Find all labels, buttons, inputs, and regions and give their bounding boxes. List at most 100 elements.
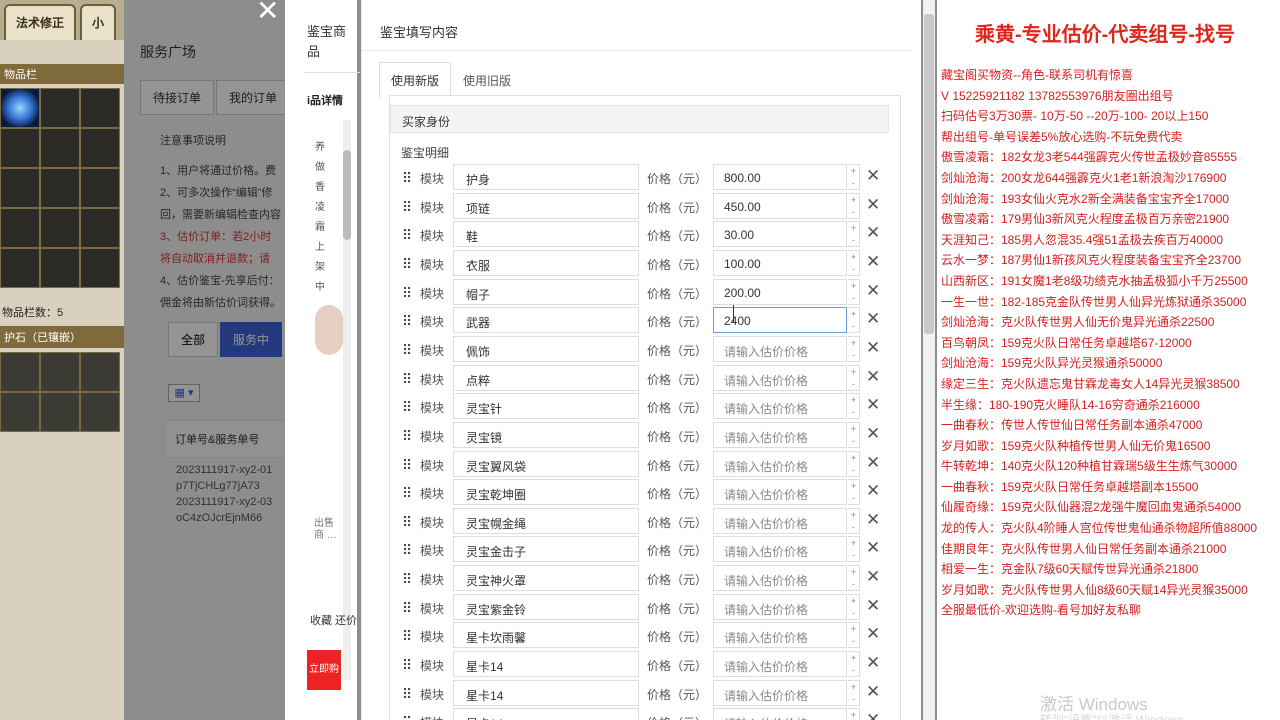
- price-stepper[interactable]: +-: [848, 622, 860, 649]
- delete-row-icon[interactable]: ✕: [866, 653, 880, 673]
- drag-handle-icon[interactable]: ⠿: [402, 314, 412, 328]
- drag-handle-icon[interactable]: ⠿: [402, 343, 412, 357]
- module-name-field[interactable]: 灵宝紫金铃: [453, 593, 639, 620]
- price-stepper[interactable]: +-: [848, 364, 860, 391]
- drag-handle-icon[interactable]: ⠿: [402, 200, 412, 214]
- game-tab-small[interactable]: 小: [80, 4, 117, 40]
- module-name-field[interactable]: 星卡14: [453, 708, 639, 720]
- price-input[interactable]: 请输入估价价格: [713, 393, 847, 420]
- module-name-field[interactable]: 武器: [453, 307, 639, 334]
- guard-slot[interactable]: [40, 352, 80, 392]
- delete-row-icon[interactable]: ✕: [866, 424, 880, 444]
- price-stepper[interactable]: +-: [848, 393, 860, 420]
- drag-handle-icon[interactable]: ⠿: [402, 171, 412, 185]
- gem-item-slot[interactable]: [0, 88, 40, 128]
- product-scrollbar[interactable]: [343, 120, 351, 680]
- item-slot[interactable]: [0, 208, 40, 248]
- drag-handle-icon[interactable]: ⠿: [402, 658, 412, 672]
- price-input[interactable]: 请输入估价价格: [713, 421, 847, 448]
- tab-old-version[interactable]: 使用旧版: [451, 62, 523, 99]
- price-input[interactable]: 请输入估价价格: [713, 593, 847, 620]
- price-stepper[interactable]: +-: [848, 164, 860, 190]
- module-name-field[interactable]: 项链: [453, 192, 639, 219]
- guard-slot[interactable]: [80, 352, 120, 392]
- module-name-field[interactable]: 星卡14: [453, 651, 639, 678]
- delete-row-icon[interactable]: ✕: [866, 252, 880, 272]
- delete-row-icon[interactable]: ✕: [866, 624, 880, 644]
- drag-handle-icon[interactable]: ⠿: [402, 429, 412, 443]
- module-name-field[interactable]: 星卡坎雨馨: [453, 622, 639, 649]
- price-input[interactable]: 请输入估价价格: [713, 622, 847, 649]
- item-slot[interactable]: [40, 168, 80, 208]
- drag-handle-icon[interactable]: ⠿: [402, 400, 412, 414]
- price-stepper[interactable]: +-: [848, 421, 860, 448]
- price-stepper[interactable]: +-: [848, 651, 860, 678]
- delete-row-icon[interactable]: ✕: [866, 453, 880, 473]
- delete-row-icon[interactable]: ✕: [866, 510, 880, 530]
- item-slot[interactable]: [40, 248, 80, 288]
- item-slot[interactable]: [80, 88, 120, 128]
- module-name-field[interactable]: 灵宝翼风袋: [453, 450, 639, 477]
- price-input[interactable]: 请输入估价价格: [713, 507, 847, 534]
- item-slot[interactable]: [80, 168, 120, 208]
- module-name-field[interactable]: 帽子: [453, 278, 639, 305]
- scroll-thumb[interactable]: [343, 150, 351, 240]
- item-slot[interactable]: [0, 248, 40, 288]
- module-name-field[interactable]: 衣服: [453, 249, 639, 276]
- price-stepper[interactable]: +-: [848, 307, 860, 334]
- close-icon[interactable]: ✕: [256, 0, 279, 27]
- game-tab-spell[interactable]: 法术修正: [4, 4, 77, 40]
- price-stepper[interactable]: +-: [848, 708, 860, 720]
- module-name-field[interactable]: 星卡14: [453, 679, 639, 706]
- guard-slot[interactable]: [0, 392, 40, 432]
- buy-now-button[interactable]: 立即购: [307, 650, 341, 690]
- price-input[interactable]: 请输入估价价格: [713, 450, 847, 477]
- delete-row-icon[interactable]: ✕: [866, 195, 880, 215]
- price-stepper[interactable]: +-: [848, 192, 860, 219]
- drag-handle-icon[interactable]: ⠿: [402, 687, 412, 701]
- item-slot[interactable]: [40, 208, 80, 248]
- drag-handle-icon[interactable]: ⠿: [402, 601, 412, 615]
- item-slot[interactable]: [80, 208, 120, 248]
- panel-scrollbar[interactable]: [923, 0, 935, 720]
- price-input[interactable]: 请输入估价价格: [713, 565, 847, 592]
- delete-row-icon[interactable]: ✕: [866, 281, 880, 301]
- price-stepper[interactable]: +-: [848, 536, 860, 563]
- price-stepper[interactable]: +-: [848, 278, 860, 305]
- favorite-bargain-labels[interactable]: 收藏 还价: [310, 612, 357, 628]
- drag-handle-icon[interactable]: ⠿: [402, 486, 412, 500]
- item-slot[interactable]: [0, 168, 40, 208]
- delete-row-icon[interactable]: ✕: [866, 538, 880, 558]
- price-stepper[interactable]: +-: [848, 450, 860, 477]
- delete-row-icon[interactable]: ✕: [866, 596, 880, 616]
- price-input[interactable]: 100.00: [713, 249, 847, 276]
- drag-handle-icon[interactable]: ⠿: [402, 372, 412, 386]
- delete-row-icon[interactable]: ✕: [866, 481, 880, 501]
- module-name-field[interactable]: 灵宝乾坤圈: [453, 479, 639, 506]
- guard-slot[interactable]: [40, 392, 80, 432]
- price-stepper[interactable]: +-: [848, 507, 860, 534]
- drag-handle-icon[interactable]: ⠿: [402, 458, 412, 472]
- price-input[interactable]: 请输入估价价格: [713, 651, 847, 678]
- drag-handle-icon[interactable]: ⠿: [402, 629, 412, 643]
- delete-row-icon[interactable]: ✕: [866, 395, 880, 415]
- price-stepper[interactable]: +-: [848, 221, 860, 248]
- module-name-field[interactable]: 灵宝镜: [453, 421, 639, 448]
- price-input[interactable]: 200.00: [713, 278, 847, 305]
- delete-row-icon[interactable]: ✕: [866, 166, 880, 186]
- drag-handle-icon[interactable]: ⠿: [402, 286, 412, 300]
- delete-row-icon[interactable]: ✕: [866, 567, 880, 587]
- price-input[interactable]: 请输入估价价格: [713, 536, 847, 563]
- item-slot[interactable]: [40, 128, 80, 168]
- delete-row-icon[interactable]: ✕: [866, 223, 880, 243]
- price-input[interactable]: 请输入估价价格: [713, 679, 847, 706]
- drag-handle-icon[interactable]: ⠿: [402, 715, 412, 720]
- guard-slot[interactable]: [80, 392, 120, 432]
- price-input[interactable]: 请输入估价价格: [713, 335, 847, 362]
- module-name-field[interactable]: 佩饰: [453, 335, 639, 362]
- tab-new-version[interactable]: 使用新版: [379, 62, 452, 99]
- drag-handle-icon[interactable]: ⠿: [402, 572, 412, 586]
- item-slot[interactable]: [80, 248, 120, 288]
- scroll-thumb[interactable]: [924, 14, 934, 334]
- price-stepper[interactable]: +-: [848, 679, 860, 706]
